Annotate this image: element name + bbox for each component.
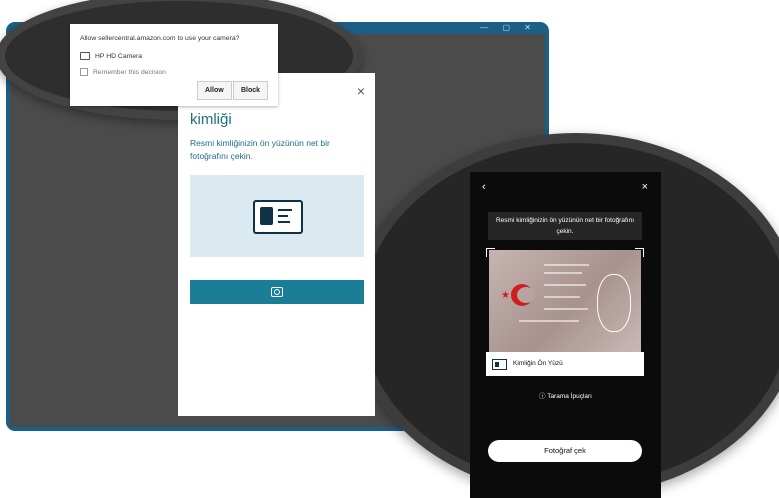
close-icon[interactable]: ×	[357, 83, 365, 99]
camera-permission-prompt: Allow sellercentral.amazon.com to use yo…	[70, 24, 278, 106]
close-icon[interactable]: ×	[642, 181, 648, 193]
remember-label: Remember this decision	[93, 68, 166, 76]
id-card-icon	[253, 200, 303, 234]
checkbox-icon[interactable]	[80, 68, 88, 76]
modal-heading: kimliği	[190, 111, 232, 128]
id-illustration	[190, 175, 364, 257]
take-photo-button[interactable]: Fotoğraf çek	[488, 440, 642, 462]
instruction-banner: Resmi kimliğinizin ön yüzünün net bir fo…	[488, 212, 642, 240]
camera-name: HP HD Camera	[95, 52, 143, 60]
camera-icon	[271, 287, 283, 297]
id-card-preview: ★	[489, 250, 641, 352]
id-card-icon	[492, 359, 507, 370]
back-icon[interactable]: ‹	[482, 181, 486, 193]
remember-checkbox[interactable]: Remember this decision	[80, 68, 166, 76]
camera-option[interactable]: HP HD Camera	[80, 52, 142, 60]
modal-description: Resmi kimliğinizin ön yüzünün net bir fo…	[190, 138, 330, 161]
prompt-title: Allow sellercentral.amazon.com to use yo…	[80, 35, 240, 42]
allow-button[interactable]: Allow	[197, 81, 232, 100]
id-capture-modal: × kimliği Resmi kimliğinizin ön yüzünün …	[178, 73, 375, 416]
scan-tips-link[interactable]: ⓘ Tarama İpuçları	[470, 390, 661, 400]
card-side-label: Kimliğin Ön Yüzü	[486, 352, 644, 376]
mobile-capture-screen: ‹ × Resmi kimliğinizin ön yüzünün net bi…	[470, 172, 661, 498]
camera-icon	[80, 52, 90, 60]
block-button[interactable]: Block	[233, 81, 269, 100]
face-outline	[597, 274, 631, 332]
capture-button[interactable]	[190, 280, 364, 304]
window-controls[interactable]: — ▢ ✕	[480, 23, 537, 32]
